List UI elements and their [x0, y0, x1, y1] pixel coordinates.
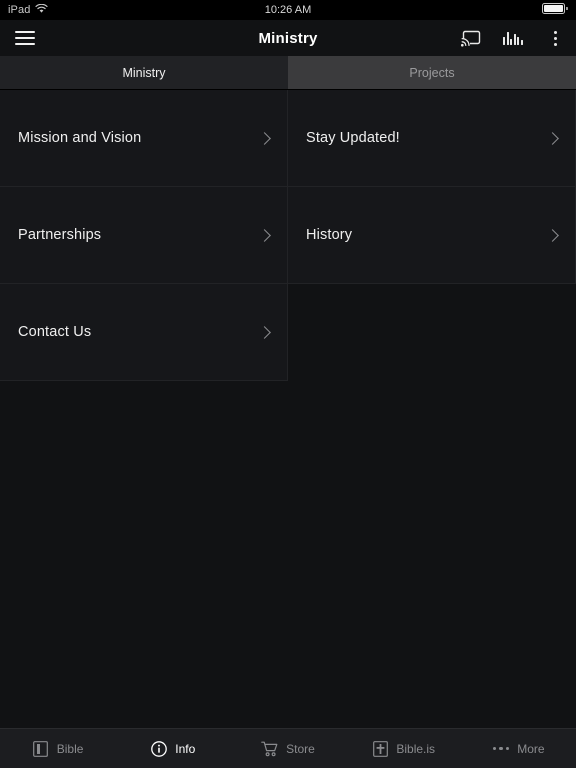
- tab-bible-is[interactable]: Bible.is: [346, 729, 461, 768]
- chromecast-icon[interactable]: [460, 27, 482, 49]
- bottom-tab-bar: Bible Info Store Bible.is More: [0, 728, 576, 768]
- chevron-right-icon: [546, 131, 559, 145]
- cell-label: Partnerships: [18, 227, 102, 243]
- grid-cell-contact-us[interactable]: Contact Us: [0, 284, 288, 381]
- grid-cell-mission-and-vision[interactable]: Mission and Vision: [0, 90, 288, 187]
- cell-label: Mission and Vision: [18, 130, 142, 146]
- tab-label: Store: [286, 741, 315, 756]
- nav-bar: Ministry: [0, 20, 576, 56]
- chevron-right-icon: [546, 228, 559, 242]
- more-dots-icon: [492, 740, 510, 758]
- grid-cell-partnerships[interactable]: Partnerships: [0, 187, 288, 284]
- hamburger-menu-icon[interactable]: [10, 23, 40, 53]
- cell-label: Stay Updated!: [306, 130, 400, 146]
- content-filler: [0, 381, 576, 728]
- tab-label: More: [517, 741, 545, 756]
- segmented-tab-ministry[interactable]: Ministry: [0, 56, 288, 90]
- equalizer-bars: [503, 31, 523, 45]
- segmented-tab-label: Ministry: [122, 65, 166, 80]
- tab-info[interactable]: Info: [115, 729, 230, 768]
- nav-actions: [460, 27, 566, 49]
- status-bar-right: [542, 1, 569, 19]
- wifi-icon: [35, 1, 49, 19]
- cell-label: History: [306, 227, 353, 243]
- book-icon: [32, 740, 50, 758]
- chevron-right-icon: [258, 131, 271, 145]
- info-circle-icon: [150, 740, 168, 758]
- audio-equalizer-icon[interactable]: [502, 27, 524, 49]
- menu-grid: Mission and Vision Stay Updated! Partner…: [0, 90, 576, 381]
- chevron-right-icon: [258, 228, 271, 242]
- status-bar: iPad 10:26 AM: [0, 0, 576, 20]
- grid-cell-empty: [288, 284, 576, 381]
- device-name: iPad: [8, 4, 31, 16]
- segmented-tab-bar: Ministry Projects: [0, 56, 576, 90]
- cell-label: Contact Us: [18, 324, 92, 340]
- grid-cell-history[interactable]: History: [288, 187, 576, 284]
- tab-label: Bible: [56, 741, 84, 756]
- tab-bible[interactable]: Bible: [0, 729, 115, 768]
- tab-label: Info: [175, 741, 196, 756]
- tab-label: Bible.is: [396, 741, 436, 756]
- status-bar-clock: 10:26 AM: [264, 4, 312, 16]
- tab-store[interactable]: Store: [230, 729, 345, 768]
- battery-full-icon: [542, 1, 569, 19]
- kebab-menu-icon[interactable]: [544, 27, 566, 49]
- app-root: iPad 10:26 AM Ministry Ministry Projects…: [0, 0, 576, 768]
- bible-cross-icon: [371, 740, 389, 758]
- grid-cell-stay-updated[interactable]: Stay Updated!: [288, 90, 576, 187]
- tab-more[interactable]: More: [461, 729, 576, 768]
- chevron-right-icon: [258, 325, 271, 339]
- segmented-tab-label: Projects: [409, 65, 455, 80]
- status-bar-left: iPad: [8, 1, 49, 19]
- shopping-cart-icon: [261, 740, 279, 758]
- segmented-tab-projects[interactable]: Projects: [288, 56, 576, 90]
